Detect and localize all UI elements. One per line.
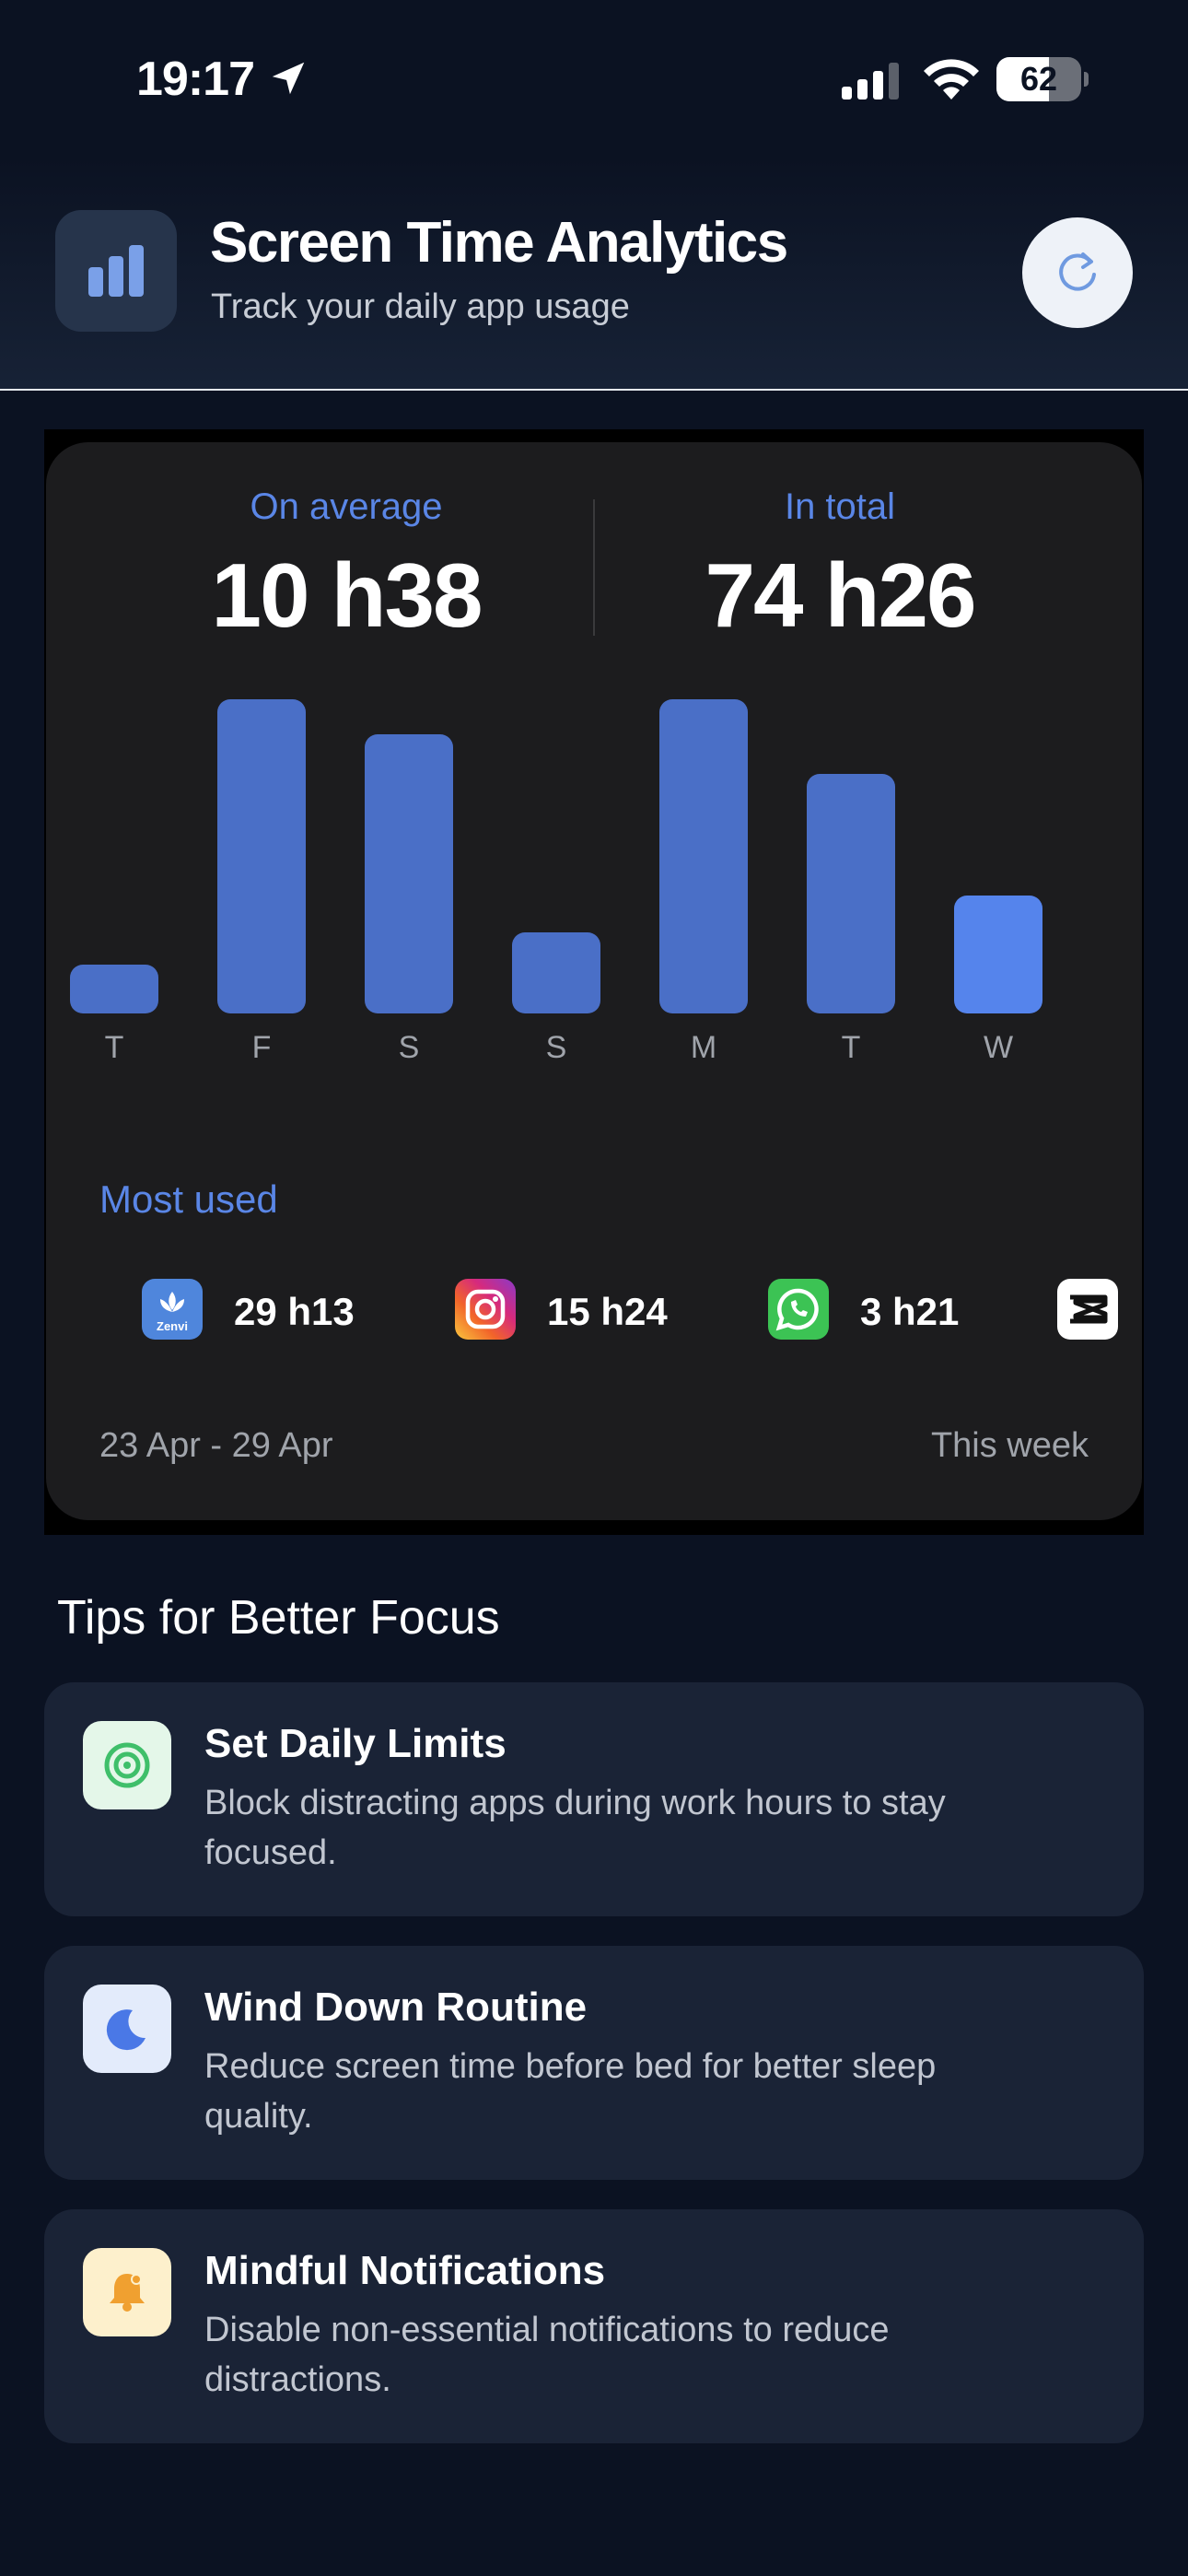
moon-icon — [83, 1985, 171, 2073]
chart-day-label: S — [398, 1030, 420, 1065]
zenvi-icon-text: Zenvi — [157, 1319, 188, 1333]
tips-section-title: Tips for Better Focus — [57, 1591, 500, 1645]
most-used-label: Most used — [99, 1177, 278, 1221]
date-range: 23 Apr - 29 Apr — [99, 1426, 333, 1465]
page-title: Screen Time Analytics — [210, 211, 788, 275]
chart-day-label: S — [545, 1030, 567, 1065]
refresh-button[interactable] — [1022, 217, 1133, 328]
chart-day-label: F — [251, 1030, 272, 1065]
chart-bar[interactable] — [954, 895, 1042, 1013]
usage-time: 3 h21 — [860, 1290, 960, 1333]
instagram-app-icon — [455, 1279, 516, 1340]
chart-day-label: W — [983, 1030, 1014, 1065]
whatsapp-app-icon — [768, 1279, 829, 1340]
tip-title: Set Daily Limits — [204, 1721, 507, 1766]
period-label[interactable]: This week — [931, 1426, 1089, 1466]
tip-description: Reduce screen time before bed for better… — [204, 2047, 937, 2136]
app-header: Screen Time Analytics Track your daily a… — [0, 157, 1188, 391]
battery-percent: 62 — [1019, 60, 1058, 98]
chart-bar[interactable] — [807, 774, 895, 1013]
chart-day-label: M — [690, 1030, 717, 1065]
tip-description: Block distracting apps during work hours… — [204, 1784, 946, 1872]
chart-bar[interactable] — [70, 964, 158, 1013]
bar-chart-icon — [55, 210, 177, 332]
tip-card-wind-down[interactable]: Wind Down Routine Reduce screen time bef… — [44, 1946, 1144, 2180]
chart-bar[interactable] — [217, 699, 306, 1013]
usage-bar-chart: TFSSMTW — [46, 442, 1142, 1087]
status-bar: 19:17 62 — [0, 0, 1188, 157]
capcut-app-icon — [1057, 1279, 1118, 1340]
battery-indicator: 62 — [996, 57, 1089, 103]
refresh-icon — [1059, 252, 1096, 291]
chart-day-label: T — [104, 1030, 124, 1065]
tip-card-daily-limits[interactable]: Set Daily Limits Block distracting apps … — [44, 1682, 1144, 1916]
wifi-icon — [924, 59, 979, 100]
chart-bar[interactable] — [659, 699, 748, 1013]
tip-card-notifications[interactable]: Mindful Notifications Disable non-essent… — [44, 2209, 1144, 2443]
battery-body: 62 — [996, 57, 1081, 101]
usage-time: 29 h13 — [234, 1290, 355, 1333]
cellular-signal-icon — [842, 63, 899, 100]
chart-day-label: T — [841, 1030, 861, 1065]
status-time: 19:17 — [136, 53, 255, 106]
battery-nub — [1084, 72, 1089, 87]
location-arrow-icon — [272, 62, 305, 95]
zenvi-app-icon: Zenvi — [142, 1279, 203, 1340]
page-subtitle: Track your daily app usage — [211, 287, 630, 326]
screen-time-card[interactable]: On average 10 h38 In total 74 h26 TFSSMT… — [46, 442, 1142, 1520]
bell-icon — [83, 2248, 171, 2336]
chart-bar[interactable] — [512, 932, 600, 1013]
tip-description: Disable non-essential notifications to r… — [204, 2311, 890, 2399]
usage-time: 15 h24 — [547, 1290, 668, 1333]
tip-title: Wind Down Routine — [204, 1985, 588, 2030]
tip-title: Mindful Notifications — [204, 2248, 606, 2293]
target-icon — [83, 1721, 171, 1809]
chart-bar[interactable] — [365, 733, 453, 1013]
